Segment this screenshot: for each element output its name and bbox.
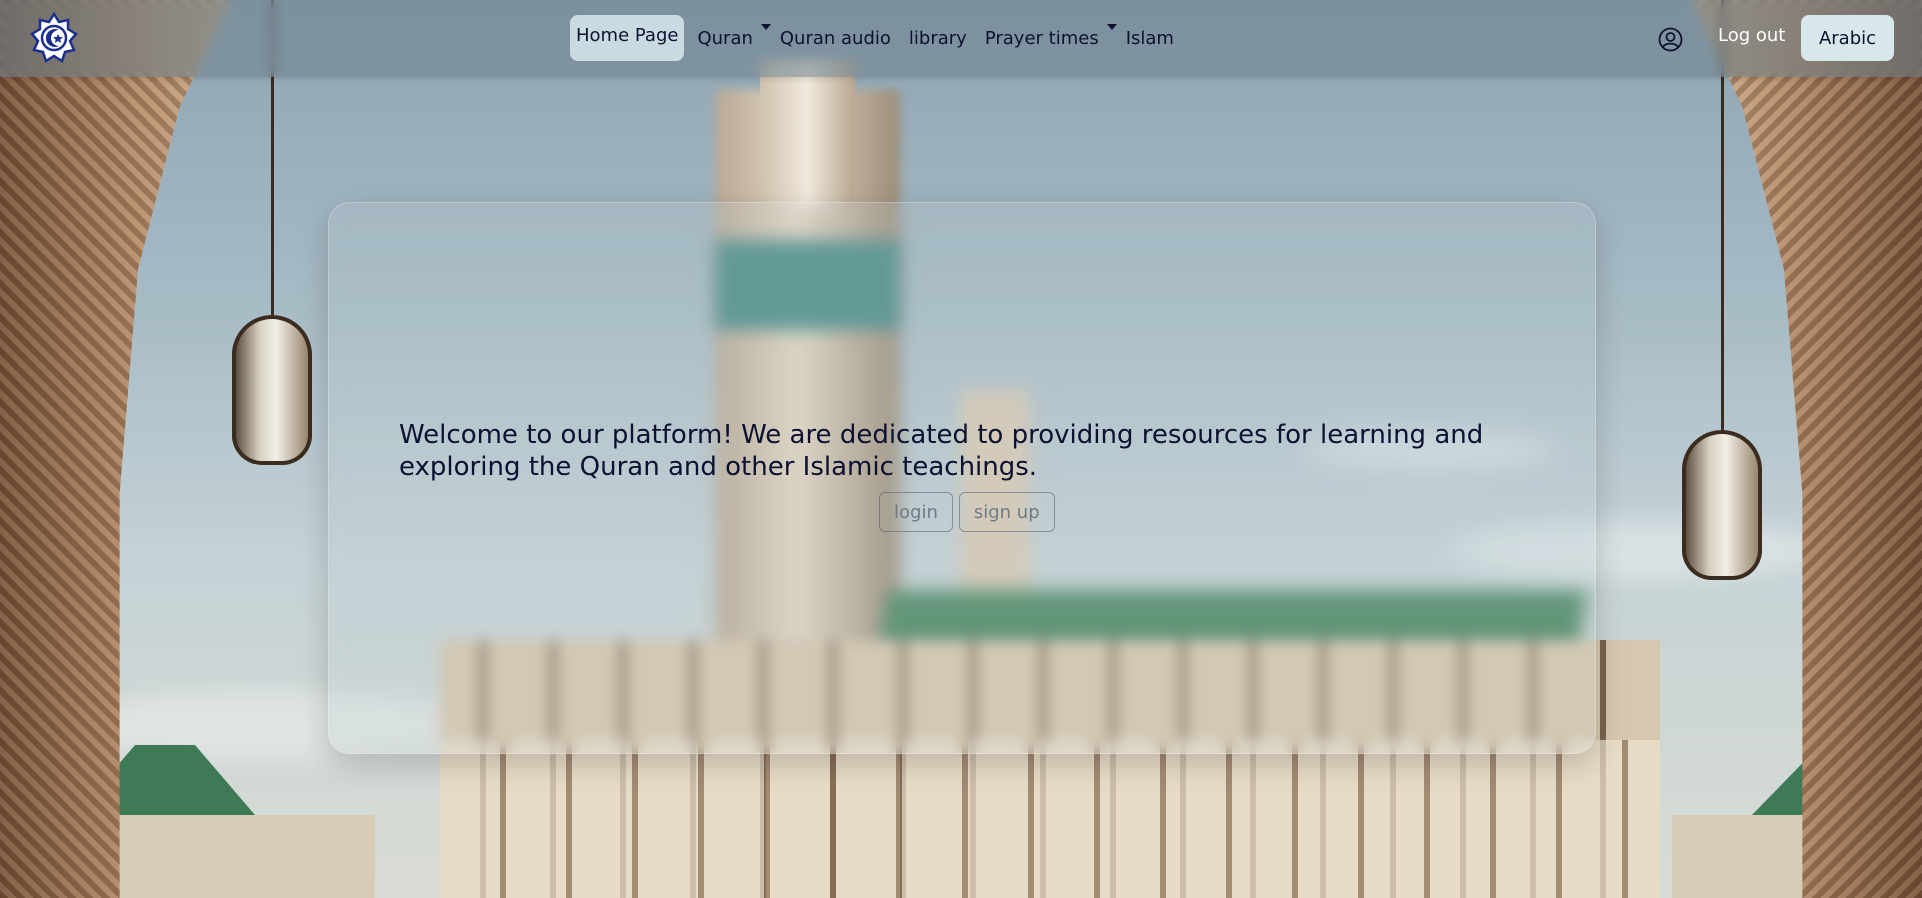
login-button[interactable]: login xyxy=(879,492,953,532)
caret-down-icon xyxy=(760,24,771,30)
caret-down-icon xyxy=(1106,24,1117,30)
welcome-card: Welcome to our platform! We are dedicate… xyxy=(328,202,1596,754)
nav-item-label: Home Page xyxy=(576,25,679,46)
nav-item-label: Prayer times xyxy=(984,27,1099,49)
nav-item-label: Islam xyxy=(1125,27,1174,49)
mosque-crescent-logo-icon[interactable] xyxy=(28,12,80,64)
nav-item-label: library xyxy=(908,27,967,49)
top-navbar: Home Page Quran Quran audio library Pray… xyxy=(0,0,1922,77)
nav-item-prayer-times[interactable]: Prayer times xyxy=(976,15,1117,61)
page: Home Page Quran Quran audio library Pray… xyxy=(0,0,1922,898)
user-circle-icon[interactable] xyxy=(1658,27,1683,52)
right-lantern-icon xyxy=(1682,0,1762,600)
logout-link[interactable]: Log out xyxy=(1718,25,1785,46)
language-button[interactable]: Arabic xyxy=(1801,15,1894,61)
auth-buttons: login sign up xyxy=(879,492,1055,532)
nav-item-label: Quran audio xyxy=(779,27,891,49)
nav-item-label: Quran xyxy=(697,27,753,49)
nav-item-islam[interactable]: Islam xyxy=(1117,15,1183,61)
nav-links: Home Page Quran Quran audio library Pray… xyxy=(570,15,1183,61)
signup-button[interactable]: sign up xyxy=(958,492,1055,532)
mosque-arches xyxy=(440,740,1660,898)
minaret-top xyxy=(760,60,855,210)
nav-item-home[interactable]: Home Page xyxy=(570,15,685,61)
welcome-text: Welcome to our platform! We are dedicate… xyxy=(399,420,1484,482)
nav-item-quran-audio[interactable]: Quran audio xyxy=(771,15,900,61)
nav-item-quran[interactable]: Quran xyxy=(688,15,771,61)
nav-item-library[interactable]: library xyxy=(900,15,976,61)
